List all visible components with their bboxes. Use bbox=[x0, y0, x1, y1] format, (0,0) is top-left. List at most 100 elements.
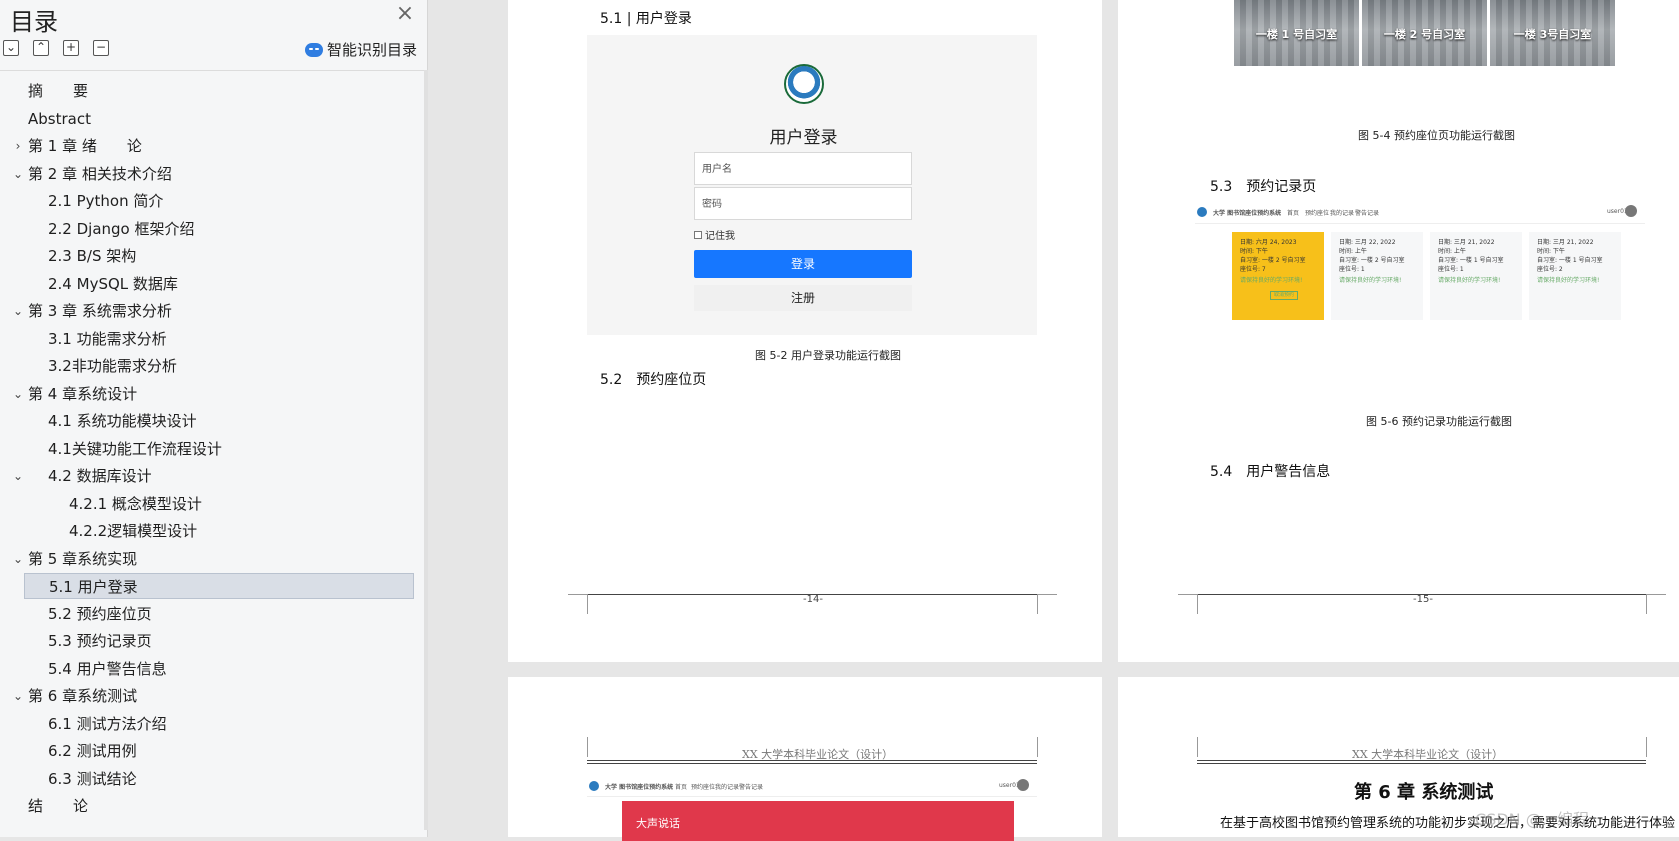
chevron-right-icon[interactable]: › bbox=[11, 133, 25, 159]
records-navbar: 大学 图书馆座位预约系统 首页 预约座位 我的记录 警告记录 user01 bbox=[1195, 200, 1645, 224]
record-card: 日期: 三月 21, 2022 时间: 上午自习室: 一楼 1 号自习室 座位号: … bbox=[1430, 232, 1522, 320]
warning-navbar: 大学 图书馆座位预约系统 首页 预约座位 我的记录 警告记录 user01 bbox=[587, 775, 1037, 797]
record-card: 日期: 六月 24, 2023 时间: 下午 自习室: 一楼 2 号自习室 座位号: … bbox=[1232, 232, 1324, 320]
toc-item-label: 2.4 MySQL 数据库 bbox=[48, 274, 178, 293]
chevron-down-icon[interactable]: ⌄ bbox=[11, 381, 25, 407]
chevron-down-icon[interactable]: ⌄ bbox=[11, 546, 25, 572]
record-room: 自习室: 一楼 2 号自习室 bbox=[1339, 257, 1405, 264]
crop-mark bbox=[587, 594, 588, 614]
toc-sidebar: 目录 × ⌄ ⌃ + − 智能识别目录 摘 要 Abstract › 第 1 章 绪 … bbox=[0, 0, 428, 837]
toc-item[interactable]: 2.2 Django 框架介绍 bbox=[0, 216, 420, 242]
login-screenshot: 用户登录 用户名 密码 记住我 登录 注册 bbox=[587, 35, 1037, 335]
toc-item[interactable]: 3.2非功能需求分析 bbox=[0, 353, 420, 379]
toc-item[interactable]: ⌄ 4.2 数据库设计 bbox=[0, 463, 420, 489]
toc-item-label: 2.3 B/S 架构 bbox=[48, 247, 137, 265]
toc-item-label: 5.1 用户登录 bbox=[49, 578, 138, 596]
toc-item[interactable]: 4.1 系统功能模块设计 bbox=[0, 408, 420, 434]
room-label: 一楼 2 号自习室 bbox=[1383, 28, 1466, 41]
toc-item[interactable]: 5.1 用户登录 bbox=[24, 573, 414, 599]
chevron-down-icon[interactable]: ⌄ bbox=[11, 463, 25, 489]
toc-item[interactable]: › 第 1 章 绪 论 bbox=[0, 133, 420, 159]
figure-caption-5-2: 图 5-2 用户登录功能运行截图 bbox=[755, 349, 901, 362]
toc-item[interactable]: 2.1 Python 简介 bbox=[0, 188, 420, 214]
toc-item-label: 4.2.2逻辑模型设计 bbox=[69, 522, 198, 540]
toc-item[interactable]: 5.3 预约记录页 bbox=[0, 628, 420, 654]
body-text: 在基于高校图书馆预约管理系统的功能初步实现之后，需要对系统功能进行体验 bbox=[1220, 816, 1676, 831]
divider bbox=[0, 70, 424, 71]
toc-item-label: 结 论 bbox=[28, 797, 89, 815]
nav-link: 我的记录 bbox=[715, 784, 740, 791]
logo-icon bbox=[589, 781, 599, 791]
section-5-4-heading: 5.4 用户警告信息 bbox=[1210, 464, 1331, 480]
record-time: 时间: 上午 bbox=[1438, 248, 1466, 255]
record-date: 日期: 三月 21, 2022 bbox=[1438, 239, 1495, 246]
record-seat: 座位号: 1 bbox=[1438, 266, 1464, 273]
remember-label: 记住我 bbox=[705, 231, 735, 242]
crop-mark bbox=[1037, 594, 1038, 614]
expand-up-icon[interactable]: ⌃ bbox=[33, 40, 49, 56]
toc-item[interactable]: 4.2.2逻辑模型设计 bbox=[0, 518, 420, 544]
toc-item[interactable]: ⌄ 第 5 章系统实现 bbox=[0, 546, 420, 572]
header-line bbox=[1197, 760, 1646, 761]
avatar bbox=[1625, 205, 1637, 217]
login-title: 用户登录 bbox=[769, 128, 838, 148]
toc-item[interactable]: ⌄ 第 2 章 相关技术介绍 bbox=[0, 161, 420, 187]
close-icon[interactable]: × bbox=[394, 3, 416, 25]
page-number: -14- bbox=[803, 594, 823, 605]
toc-item-label: 第 1 章 绪 论 bbox=[28, 137, 142, 155]
crop-mark bbox=[568, 594, 588, 595]
toc-item-label: 6.3 测试结论 bbox=[48, 769, 137, 788]
toc-item[interactable]: ⌄ 第 3 章 系统需求分析 bbox=[0, 298, 420, 324]
collapse-all-icon[interactable]: ⌄ bbox=[3, 40, 19, 56]
toc-item[interactable]: 5.4 用户警告信息 bbox=[0, 656, 420, 682]
toc-item-label: 2.2 Django 框架介绍 bbox=[48, 219, 195, 238]
toc-item[interactable]: 摘 要 bbox=[0, 78, 420, 104]
record-time: 时间: 上午 bbox=[1339, 248, 1367, 255]
collapse-level-icon[interactable]: − bbox=[93, 40, 109, 56]
register-button: 注册 bbox=[694, 285, 912, 311]
record-card: 日期: 三月 21, 2022 时间: 下午 自习室: 一楼 1 号自习室 座位号: … bbox=[1529, 232, 1621, 320]
avatar bbox=[1017, 779, 1029, 791]
page-number: -15- bbox=[1413, 594, 1433, 605]
toc-item[interactable]: 4.2.1 概念模型设计 bbox=[0, 491, 420, 517]
cancel-reservation-button: 取消预约 bbox=[1270, 291, 1298, 300]
figure-caption-5-4: 图 5-4 预约座位页功能运行截图 bbox=[1358, 129, 1515, 142]
toc-item-label: 第 5 章系统实现 bbox=[28, 549, 138, 568]
toc-item[interactable]: ⌄ 第 4 章系统设计 bbox=[0, 381, 420, 407]
chevron-down-icon[interactable]: ⌄ bbox=[11, 161, 25, 187]
toc-item[interactable]: 4.1关键功能工作流程设计 bbox=[0, 436, 420, 462]
toc-item[interactable]: Abstract bbox=[0, 106, 420, 132]
remember-me: 记住我 bbox=[694, 227, 735, 242]
record-date: 日期: 六月 24, 2023 bbox=[1240, 239, 1297, 246]
record-date: 日期: 三月 22, 2022 bbox=[1339, 239, 1396, 246]
toc-item[interactable]: 5.2 预约座位页 bbox=[0, 601, 420, 627]
seat-photos: 一楼 1 号自习室 一楼 2 号自习室 一楼 3号自习室 bbox=[1234, 0, 1615, 66]
crop-mark bbox=[1197, 594, 1198, 614]
toc-item[interactable]: 2.3 B/S 架构 bbox=[0, 243, 420, 269]
smart-toc-button[interactable]: 智能识别目录 bbox=[305, 39, 417, 60]
record-seat: 座位号: 1 bbox=[1339, 266, 1365, 273]
password-field: 密码 bbox=[694, 187, 912, 220]
expand-level-icon[interactable]: + bbox=[63, 40, 79, 56]
room-photo: 一楼 1 号自习室 bbox=[1234, 0, 1359, 66]
smart-toc-label: 智能识别目录 bbox=[327, 41, 418, 59]
nav-link: 警告记录 bbox=[1355, 210, 1380, 217]
record-card: 日期: 三月 22, 2022 时间: 上午自习室: 一楼 2 号自习室 座位号: … bbox=[1331, 232, 1423, 320]
toc-item[interactable]: 6.1 测试方法介绍 bbox=[0, 711, 420, 737]
toc-item-label: 2.1 Python 简介 bbox=[48, 192, 164, 210]
toc-item[interactable]: ⌄ 第 6 章系统测试 bbox=[0, 683, 420, 709]
section-5-2-heading: 5.2 预约座位页 bbox=[600, 372, 707, 388]
record-seat: 座位号: 7 bbox=[1240, 266, 1266, 273]
toc-item[interactable]: 结 论 bbox=[0, 793, 420, 819]
toc-item-label: 4.2.1 概念模型设计 bbox=[69, 494, 202, 513]
toc-item[interactable]: 6.3 测试结论 bbox=[0, 766, 420, 792]
chevron-down-icon[interactable]: ⌄ bbox=[11, 683, 25, 709]
chevron-down-icon[interactable]: ⌄ bbox=[11, 298, 25, 324]
toc-item[interactable]: 3.1 功能需求分析 bbox=[0, 326, 420, 352]
toc-item[interactable]: 2.4 MySQL 数据库 bbox=[0, 271, 420, 297]
record-room: 自习室: 一楼 1 号自习室 bbox=[1438, 257, 1504, 264]
toc-item[interactable]: 6.2 测试用例 bbox=[0, 738, 420, 764]
page-15 bbox=[1118, 0, 1679, 662]
username-field: 用户名 bbox=[694, 152, 912, 185]
brand: 大学 图书馆座位预约系统 bbox=[605, 784, 674, 791]
